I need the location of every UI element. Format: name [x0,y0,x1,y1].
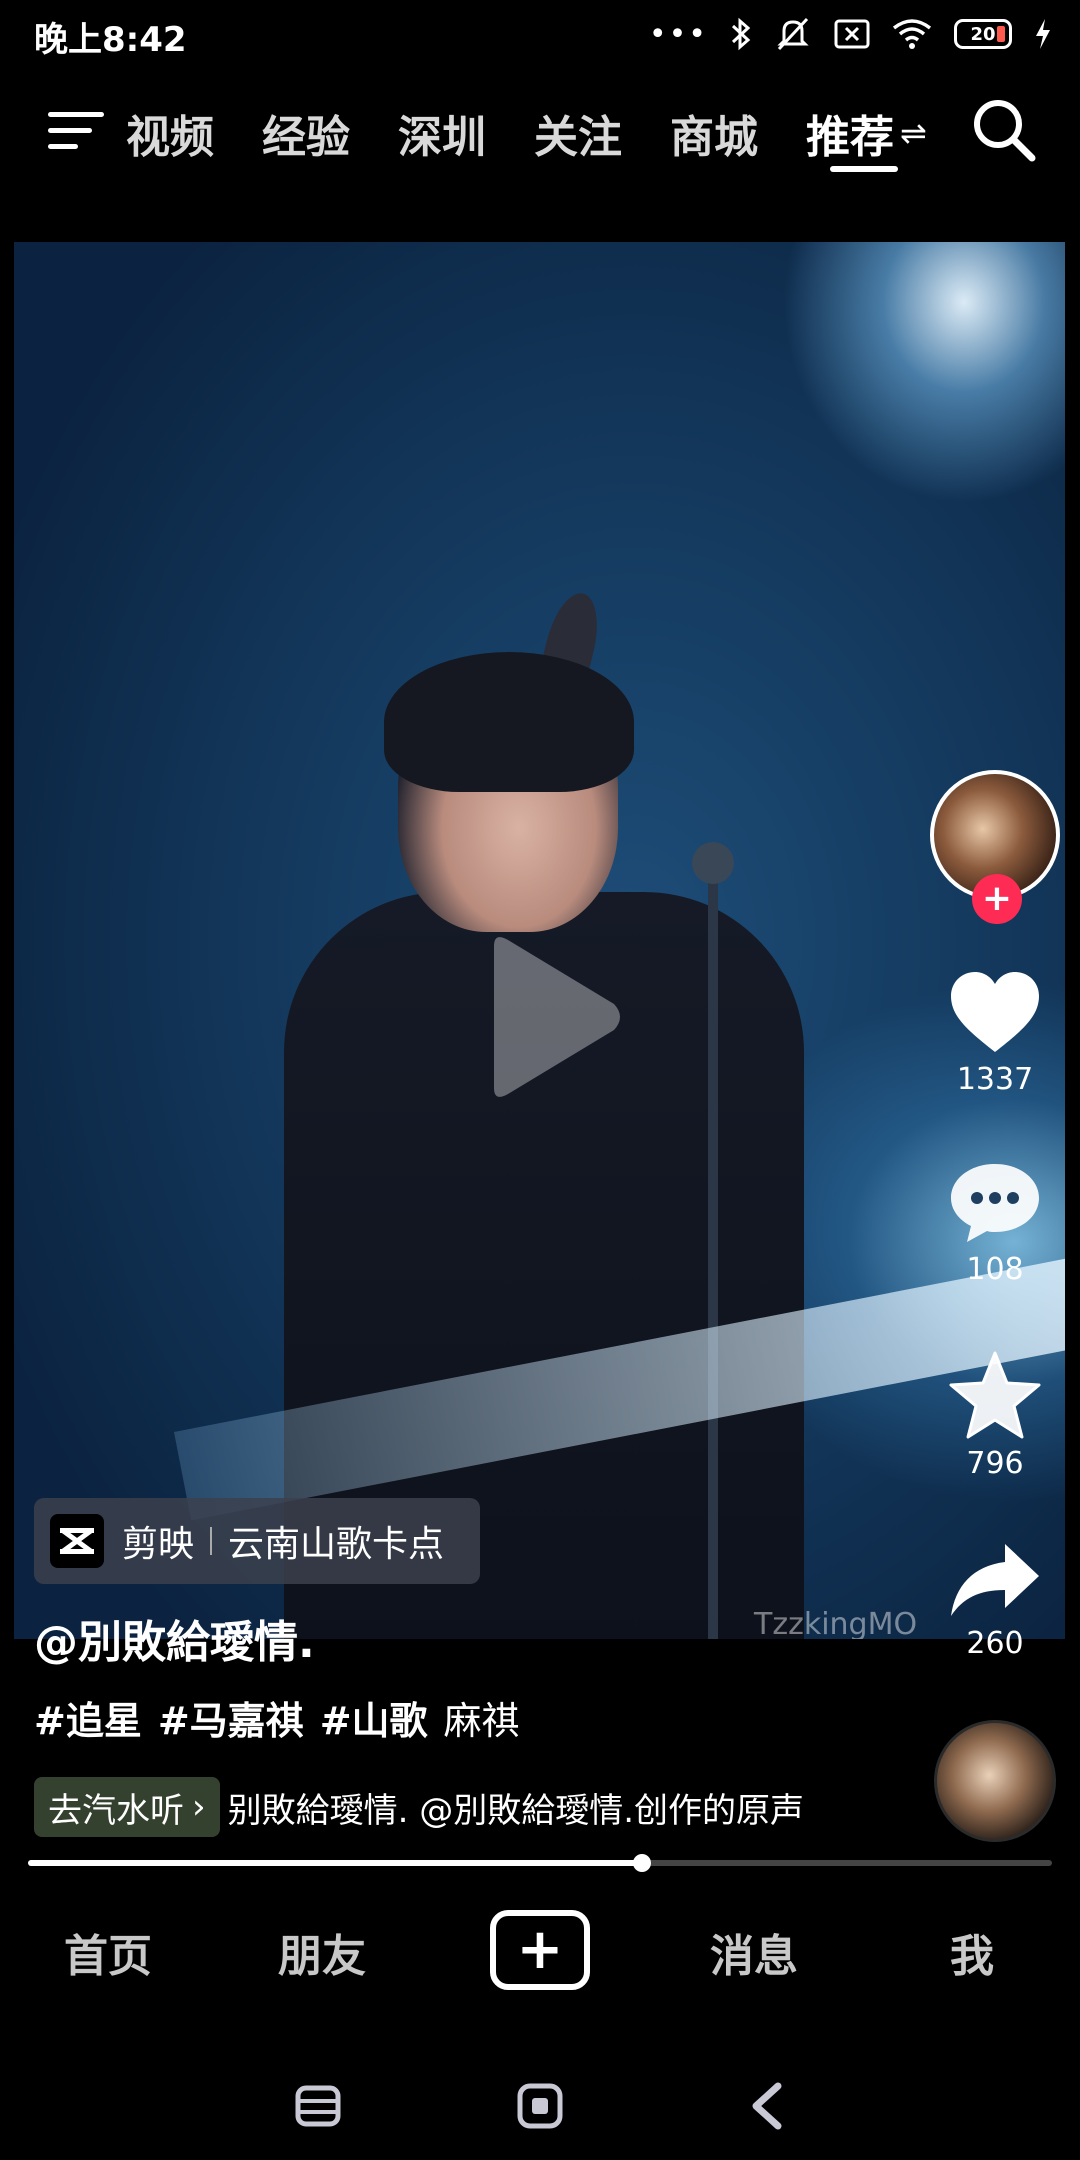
like-count: 1337 [956,1062,1034,1097]
battery-icon: 20 [954,19,1012,49]
capcut-logo-icon [50,1514,104,1568]
dots-icon: ••• [648,16,708,52]
heart-icon[interactable] [947,970,1043,1056]
favorite-count: 796 [966,1446,1024,1481]
status-bar: 晚上8:42 ••• 20 [0,0,1080,70]
favorite-action[interactable]: 796 [930,1350,1060,1481]
tab-strip: 视频 经验 深圳 关注 商城 推荐 ⇌ [124,98,927,168]
share-count: 260 [966,1626,1024,1661]
charging-icon [1036,19,1050,49]
bottom-nav: 首页 朋友 + 消息 我 [0,1890,1080,2020]
tab-shenzhen[interactable]: 深圳 [398,101,486,165]
create-button[interactable]: + [490,1910,590,1990]
mic-stand [708,852,718,1639]
bluetooth-icon [731,17,751,51]
search-icon[interactable] [968,94,1038,164]
nav-messages[interactable]: 消息 [710,1920,798,1984]
status-icons: ••• 20 [649,14,1052,54]
tab-experience[interactable]: 经验 [262,101,350,165]
menu-icon[interactable] [46,106,106,156]
mute-icon [777,17,809,51]
music-disc[interactable] [934,1720,1056,1842]
screen: 晚上8:42 ••• 20 视频 经验 深圳 关注 商城 推荐 ⇌ Tzzkin… [0,0,1080,2160]
open-in-qishui-label: 去汽水听 [48,1790,184,1831]
performer-hair [384,652,634,792]
music-row: 去汽水听 › 别敗給璦情. @別敗給璦情.创作的原声 [34,1776,818,1838]
comment-action[interactable]: 108 [930,1160,1060,1287]
microphone [692,842,734,884]
like-action[interactable]: 1337 [930,970,1060,1097]
hashtag[interactable]: #追星 [34,1690,142,1745]
video-player[interactable]: TzzkingMO [14,242,1065,1639]
active-tab-indicator [830,166,898,172]
wifi-icon [892,19,932,49]
share-icon[interactable] [947,1540,1043,1620]
recents-icon[interactable] [290,2078,346,2134]
comment-icon[interactable] [947,1160,1043,1246]
star-icon[interactable] [947,1350,1043,1440]
capcut-brand: 剪映 [122,1524,195,1565]
capcut-template-name: 云南山歌卡点 [228,1524,445,1565]
tab-following[interactable]: 关注 [534,101,622,165]
follow-button[interactable]: + [972,874,1022,924]
swap-icon[interactable]: ⇌ [900,114,927,152]
status-time: 晚上8:42 [34,20,187,60]
chevron-right-icon: › [192,1787,206,1827]
tab-mall[interactable]: 商城 [670,101,758,165]
tab-recommended[interactable]: 推荐 [806,101,894,165]
caption-text: 麻祺 [443,1699,520,1743]
nav-friends[interactable]: 朋友 [278,1920,366,1984]
music-title[interactable]: 别敗給璦情. @別敗給璦情.创作的原声 [228,1783,818,1832]
system-nav [0,2050,1080,2160]
sim-x-icon [834,19,870,49]
author-name[interactable]: @別敗給璦情. [34,1606,315,1670]
caption: #追星 #马嘉祺 #山歌 麻祺 [34,1690,520,1745]
tab-video[interactable]: 视频 [124,101,214,165]
progress-fill [28,1860,643,1866]
play-icon[interactable] [476,932,626,1102]
video-watermark: TzzkingMO [754,1607,918,1639]
hashtag[interactable]: #山歌 [320,1690,428,1745]
progress-thumb[interactable] [633,1854,652,1872]
nav-me[interactable]: 我 [950,1920,994,1984]
capcut-template-chip[interactable]: 剪映 云南山歌卡点 [34,1498,480,1584]
share-action[interactable]: 260 [930,1540,1060,1661]
capcut-separator [210,1527,213,1555]
nav-home[interactable]: 首页 [64,1920,152,1984]
comment-count: 108 [966,1252,1024,1287]
hashtag[interactable]: #马嘉祺 [158,1690,304,1745]
home-icon[interactable] [512,2078,568,2134]
back-icon[interactable] [740,2078,796,2134]
battery-level: 20 [970,23,996,45]
top-nav: 视频 经验 深圳 关注 商城 推荐 ⇌ [0,80,1080,190]
video-progress-bar[interactable] [28,1854,1052,1872]
open-in-qishui-button[interactable]: 去汽水听 › [34,1777,220,1837]
